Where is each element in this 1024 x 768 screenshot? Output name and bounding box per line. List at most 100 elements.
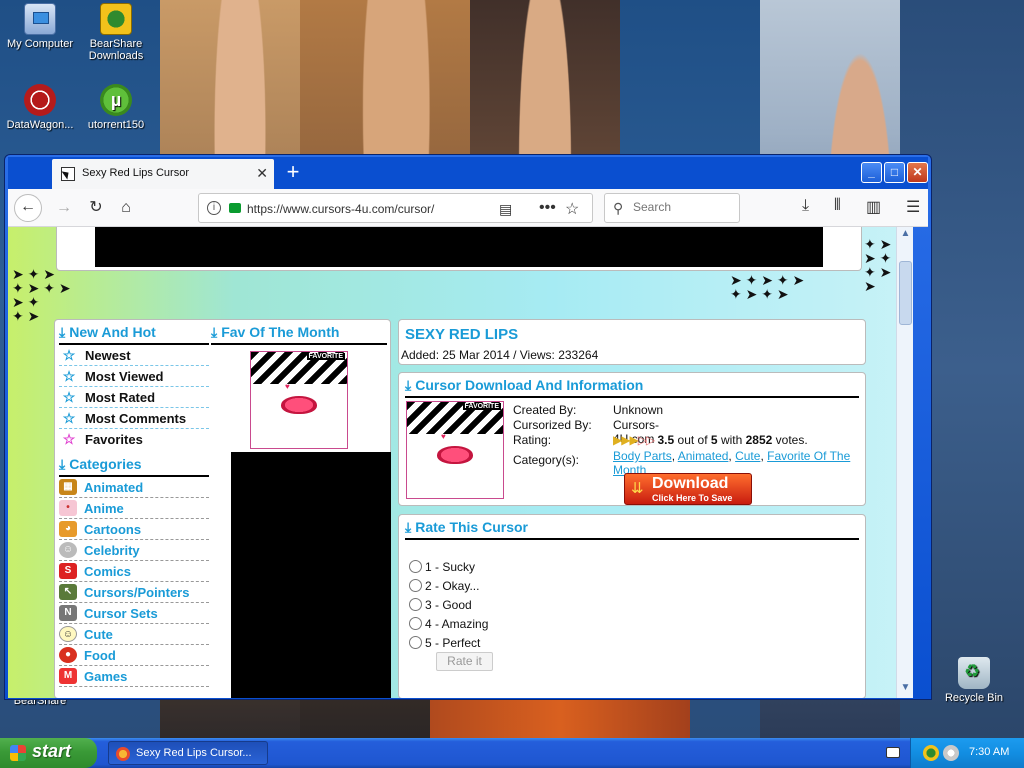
nav-item-most-rated[interactable]: ☆ Most Rated bbox=[59, 387, 209, 408]
mario-icon: M bbox=[59, 668, 77, 684]
category-games[interactable]: M Games bbox=[59, 666, 209, 687]
category-anime[interactable]: • Anime bbox=[59, 498, 209, 519]
category-celebrity[interactable]: ☺ Celebrity bbox=[59, 540, 209, 561]
fav-cursor-thumbnail[interactable]: FAVORITE ♥ bbox=[250, 351, 348, 449]
rating-radio[interactable] bbox=[409, 617, 422, 630]
bearshare-tray-icon[interactable] bbox=[923, 745, 939, 761]
rating-radio[interactable] bbox=[409, 560, 422, 573]
scroll-up-icon[interactable]: ▲ bbox=[898, 228, 913, 243]
film-icon: ▦ bbox=[59, 479, 77, 495]
desktop-icon-recycle-bin[interactable]: Recycle Bin bbox=[934, 657, 1014, 704]
search-icon: ⚲ bbox=[613, 200, 624, 216]
new-and-hot-section: ⤓ New And Hot ☆ Newest ☆ Most Viewed ☆ Most … bbox=[59, 322, 209, 450]
new-and-hot-title: New And Hot bbox=[69, 324, 156, 340]
category-cursors-pointers[interactable]: ↖ Cursors/Pointers bbox=[59, 582, 209, 603]
category-link[interactable]: Cute bbox=[735, 449, 760, 463]
site-info-icon[interactable]: i bbox=[207, 201, 221, 215]
scroll-down-icon[interactable]: ▼ bbox=[898, 682, 913, 697]
search-input[interactable] bbox=[633, 200, 733, 214]
downloads-icon[interactable]: ⤓ bbox=[802, 197, 809, 215]
category-label: Celebrity bbox=[84, 542, 140, 558]
category-cartoons[interactable]: ◕ Cartoons bbox=[59, 519, 209, 540]
lock-icon bbox=[229, 203, 241, 213]
rating-option[interactable]: 2 - Okay... bbox=[409, 576, 488, 595]
tab-active[interactable]: Sexy Red Lips Cursor ✕ bbox=[52, 159, 274, 189]
rating-radio[interactable] bbox=[409, 579, 422, 592]
scrollbar-thumb[interactable] bbox=[899, 261, 912, 325]
banner-ad[interactable] bbox=[95, 227, 823, 267]
rating-with: with bbox=[720, 433, 743, 447]
nav-item-most-viewed[interactable]: ☆ Most Viewed bbox=[59, 366, 209, 387]
rating-votes: 2852 bbox=[745, 433, 773, 447]
reader-view-icon[interactable]: ▤ bbox=[499, 201, 512, 218]
maximize-button[interactable]: □ bbox=[884, 162, 905, 183]
start-label: start bbox=[32, 741, 72, 761]
download-arrow-icon: ⤓ bbox=[59, 324, 66, 340]
bearshare-icon bbox=[100, 3, 132, 35]
cursor-favicon-icon bbox=[61, 167, 75, 181]
fav-of-month-section: ⤓ Fav Of The Month FAVORITE ♥ bbox=[211, 322, 387, 449]
start-button[interactable]: start bbox=[0, 738, 97, 768]
desktop-icon-label: BearShare Downloads bbox=[88, 38, 144, 62]
url-bar[interactable]: i https://www.cursors-4u.com/cursor/ ▤ •… bbox=[198, 193, 593, 223]
forward-button[interactable]: → bbox=[52, 196, 76, 220]
rating-radio[interactable] bbox=[409, 636, 422, 649]
desktop-icon-utorrent[interactable]: µ utorrent150 bbox=[76, 84, 156, 131]
desktop-icon-datawagon[interactable]: DataWagon... bbox=[0, 84, 80, 131]
cursor-title-panel: SEXY RED LIPS Added: 25 Mar 2014 / Views… bbox=[398, 319, 866, 365]
nav-item-favorites[interactable]: ☆ Favorites bbox=[59, 429, 209, 450]
desktop-icon-label: utorrent150 bbox=[87, 119, 145, 131]
tab-close-icon[interactable]: ✕ bbox=[256, 165, 268, 182]
keyboard-icon[interactable] bbox=[886, 747, 900, 758]
fav-of-month-title: Fav Of The Month bbox=[221, 324, 340, 340]
rating-radio[interactable] bbox=[409, 598, 422, 611]
category-link[interactable]: Animated bbox=[678, 449, 729, 463]
url-text[interactable]: https://www.cursors-4u.com/cursor/ bbox=[247, 202, 434, 216]
new-tab-button[interactable]: + bbox=[280, 160, 306, 186]
desktop-icon-my-computer[interactable]: My Computer bbox=[0, 3, 80, 50]
rating-label: Rating: bbox=[513, 433, 552, 447]
page-actions-icon[interactable]: ••• bbox=[539, 199, 556, 217]
rating-option[interactable]: 3 - Good bbox=[409, 595, 488, 614]
sidebar-ad[interactable] bbox=[231, 452, 391, 698]
rating-option[interactable]: 4 - Amazing bbox=[409, 614, 488, 633]
back-button[interactable]: ← bbox=[14, 194, 42, 222]
download-arrow-icon: ⤓ bbox=[211, 324, 218, 340]
cartoon-icon: ◕ bbox=[59, 521, 77, 537]
category-cursor-sets[interactable]: N Cursor Sets bbox=[59, 603, 209, 624]
taskbar-item-firefox[interactable]: Sexy Red Lips Cursor... bbox=[108, 741, 268, 765]
rate-it-button[interactable]: Rate it bbox=[436, 652, 493, 671]
desktop-icon-label: My Computer bbox=[6, 38, 74, 50]
home-button[interactable]: ⌂ bbox=[114, 196, 138, 220]
vertical-scrollbar[interactable]: ▲ ▼ bbox=[896, 227, 913, 698]
nav-item-most-comments[interactable]: ☆ Most Comments bbox=[59, 408, 209, 429]
face-icon: ☺ bbox=[59, 542, 77, 558]
menu-icon[interactable]: ☰ bbox=[906, 197, 920, 217]
rating-option[interactable]: 1 - Sucky bbox=[409, 557, 488, 576]
sidebar-icon[interactable]: ▥ bbox=[866, 197, 881, 217]
clock[interactable]: 7:30 AM bbox=[969, 746, 1009, 758]
bird-decoration: ➤ ✦ ➤ ✦ ➤ ✦ ➤ ✦ ➤ bbox=[730, 272, 805, 302]
download-info-title: Cursor Download And Information bbox=[415, 377, 644, 393]
download-arrow-icon: ⤓ bbox=[405, 377, 412, 393]
rate-panel: ⤓ Rate This Cursor 1 - Sucky 2 - Okay... … bbox=[398, 514, 866, 698]
desktop-icon-bearshare-downloads[interactable]: BearShare Downloads bbox=[76, 3, 156, 62]
category-food[interactable]: ● Food bbox=[59, 645, 209, 666]
bookmark-star-icon[interactable]: ☆ bbox=[565, 199, 579, 219]
search-bar[interactable]: ⚲ bbox=[604, 193, 740, 223]
taskbar: start Sexy Red Lips Cursor... 7:30 AM bbox=[0, 738, 1024, 768]
nav-item-newest[interactable]: ☆ Newest bbox=[59, 345, 209, 366]
category-link[interactable]: Body Parts bbox=[613, 449, 672, 463]
reload-button[interactable]: ↻ bbox=[84, 196, 108, 220]
volume-icon[interactable] bbox=[943, 745, 959, 761]
close-window-button[interactable]: ✕ bbox=[907, 162, 928, 183]
download-button[interactable]: ⇊ Download Click Here To Save bbox=[624, 473, 752, 505]
rating-value: 3.5 bbox=[657, 433, 675, 447]
minimize-button[interactable]: _ bbox=[861, 162, 882, 183]
category-comics[interactable]: S Comics bbox=[59, 561, 209, 582]
rating-option[interactable]: 5 - Perfect bbox=[409, 633, 488, 652]
category-cute[interactable]: ☺ Cute bbox=[59, 624, 209, 645]
favorite-badge: FAVORITE bbox=[306, 353, 345, 360]
library-icon[interactable]: ⫴ bbox=[834, 197, 841, 215]
category-animated[interactable]: ▦ Animated bbox=[59, 477, 209, 498]
